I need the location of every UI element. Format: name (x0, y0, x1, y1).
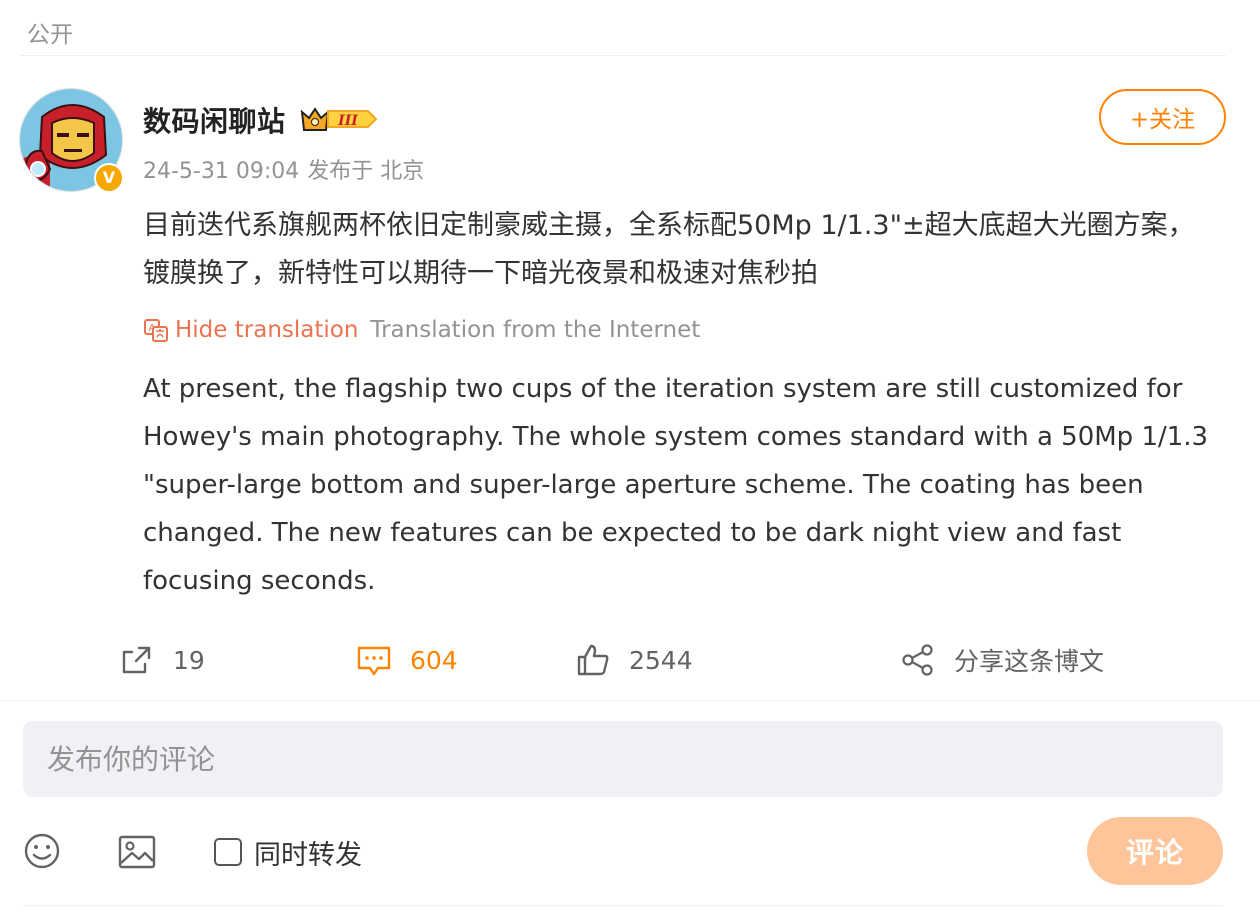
emoji-icon[interactable] (22, 831, 62, 871)
like-button[interactable]: 2544 (575, 636, 693, 684)
translate-icon: A (144, 319, 168, 342)
repost-checkbox-toggle[interactable]: 同时转发 (214, 834, 362, 871)
translation-source: Translation from the Internet (370, 317, 701, 343)
repost-checkbox[interactable] (214, 838, 242, 866)
repost-button[interactable]: 19 (119, 636, 205, 684)
action-bar: 19 604 2544 分享这条博文 (0, 636, 1260, 684)
comment-input[interactable] (23, 721, 1223, 797)
repost-checkbox-label: 同时转发 (254, 839, 362, 871)
post-meta: 24-5-31 09:04 发布于 北京 (143, 153, 424, 185)
post-location: 发布于 北京 (307, 159, 425, 184)
section-divider (0, 700, 1260, 701)
post-timestamp[interactable]: 24-5-31 09:04 (143, 159, 299, 184)
verified-badge: V (94, 163, 124, 193)
repost-icon (122, 646, 151, 674)
bottom-divider (23, 905, 1223, 906)
translation-bar: A Hide translation Translation from the … (143, 315, 700, 345)
translated-text: At present, the flagship two cups of the… (143, 374, 1209, 596)
repost-count: 19 (173, 645, 205, 675)
top-divider (20, 55, 1226, 56)
crown-level-icon[interactable]: III (300, 104, 378, 134)
thumbs-up-icon (577, 644, 609, 676)
level-badge-text: III (337, 113, 358, 129)
share-button[interactable]: 分享这条博文 (900, 636, 1104, 684)
comment-button[interactable]: 604 (356, 636, 458, 684)
author-name[interactable]: 数码闲聊站 (143, 100, 286, 140)
comment-icon (357, 646, 391, 676)
share-icon (902, 644, 933, 676)
verified-badge-text: V (102, 168, 116, 187)
visibility-label: 公开 (27, 22, 73, 48)
image-upload-icon[interactable] (117, 832, 157, 872)
follow-button[interactable]: +关注 (1099, 89, 1226, 145)
like-count: 2544 (629, 645, 693, 675)
share-label: 分享这条博文 (954, 647, 1105, 676)
comment-count: 604 (410, 645, 458, 675)
submit-comment-button[interactable]: 评论 (1087, 817, 1223, 885)
post-text: 目前迭代系旗舰两杯依旧定制豪威主摄，全系标配50Mp 1/1.3"±超大底超大光… (143, 210, 1195, 289)
hide-translation-link[interactable]: Hide translation (175, 317, 358, 343)
